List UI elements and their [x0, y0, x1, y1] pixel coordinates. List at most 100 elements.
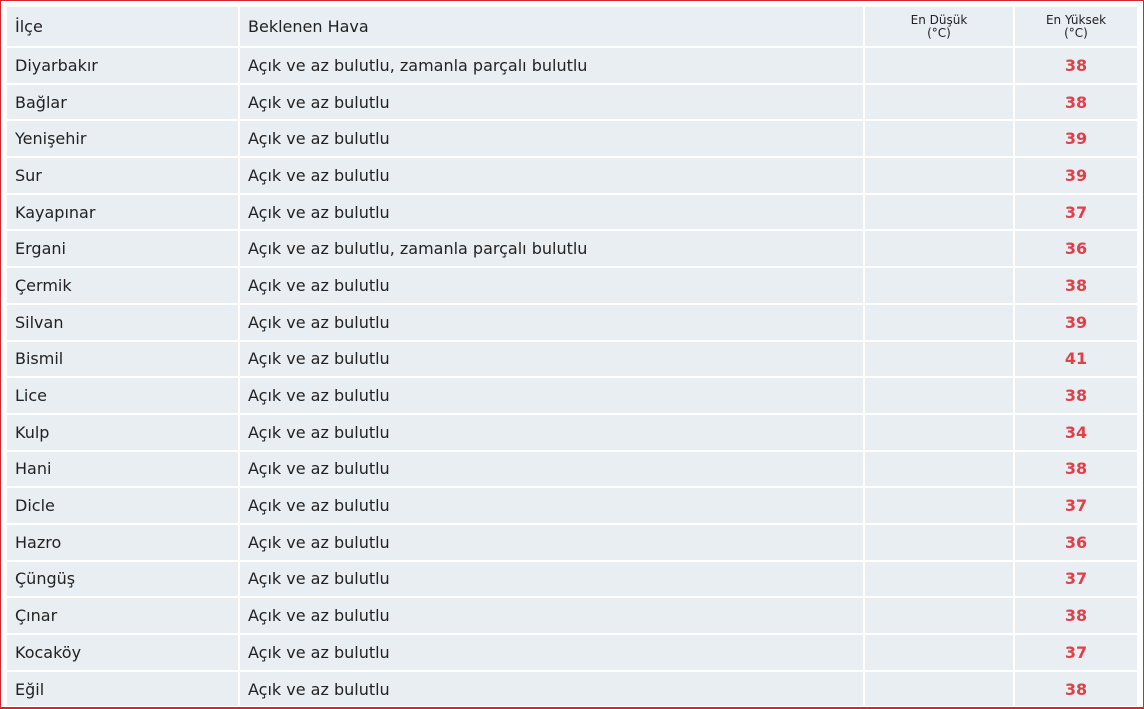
table-row: Sur Açık ve az bulutlu 39: [7, 158, 1137, 193]
weather-cell: Açık ve az bulutlu: [240, 671, 863, 707]
district-cell: Hani: [7, 451, 238, 487]
min-temp-cell: [865, 378, 1013, 413]
table-row: Hani Açık ve az bulutlu 38: [7, 451, 1137, 487]
district-cell: Çermik: [7, 268, 238, 303]
district-cell: Kayapınar: [7, 194, 238, 230]
min-temp-cell: [865, 635, 1013, 670]
max-temp-cell: 37: [1015, 194, 1137, 230]
max-temp-cell: 38: [1015, 378, 1137, 413]
min-temp-cell: [865, 598, 1013, 633]
district-cell: Sur: [7, 158, 238, 193]
table-row: Kocaköy Açık ve az bulutlu 37: [7, 635, 1137, 670]
table-header: İlçe Beklenen Hava En Düşük (°C) En Yüks…: [7, 7, 1137, 46]
weather-cell: Açık ve az bulutlu: [240, 304, 863, 340]
table-row: Silvan Açık ve az bulutlu 39: [7, 304, 1137, 340]
table-row: Çermik Açık ve az bulutlu 38: [7, 268, 1137, 303]
district-cell: Çüngüş: [7, 561, 238, 597]
district-cell: Hazro: [7, 524, 238, 560]
min-temp-cell: [865, 48, 1013, 83]
max-temp-cell: 36: [1015, 231, 1137, 267]
table-row: Çüngüş Açık ve az bulutlu 37: [7, 561, 1137, 597]
header-min-temp-unit: (°C): [927, 25, 951, 40]
weather-table-frame: İlçe Beklenen Hava En Düşük (°C) En Yüks…: [0, 0, 1144, 709]
max-temp-cell: 34: [1015, 414, 1137, 450]
max-temp-cell: 38: [1015, 598, 1137, 633]
table-row: Dicle Açık ve az bulutlu 37: [7, 488, 1137, 523]
max-temp-cell: 38: [1015, 451, 1137, 487]
weather-cell: Açık ve az bulutlu: [240, 524, 863, 560]
weather-cell: Açık ve az bulutlu: [240, 341, 863, 377]
header-min-temp-label: En Düşük: [910, 12, 968, 27]
weather-cell: Açık ve az bulutlu: [240, 158, 863, 193]
table-row: Kayapınar Açık ve az bulutlu 37: [7, 194, 1137, 230]
header-max-temp-unit: (°C): [1064, 25, 1088, 40]
weather-cell: Açık ve az bulutlu: [240, 84, 863, 120]
min-temp-cell: [865, 158, 1013, 193]
min-temp-cell: [865, 488, 1013, 523]
table-row: Çınar Açık ve az bulutlu 38: [7, 598, 1137, 633]
weather-cell: Açık ve az bulutlu: [240, 194, 863, 230]
district-cell: Bağlar: [7, 84, 238, 120]
weather-cell: Açık ve az bulutlu: [240, 378, 863, 413]
min-temp-cell: [865, 121, 1013, 157]
weather-cell: Açık ve az bulutlu: [240, 121, 863, 157]
min-temp-cell: [865, 561, 1013, 597]
table-row: Bağlar Açık ve az bulutlu 38: [7, 84, 1137, 120]
district-cell: Kocaköy: [7, 635, 238, 670]
district-cell: Diyarbakır: [7, 48, 238, 83]
header-max-temp-label: En Yüksek: [1045, 12, 1107, 27]
min-temp-cell: [865, 304, 1013, 340]
max-temp-cell: 38: [1015, 268, 1137, 303]
min-temp-cell: [865, 451, 1013, 487]
max-temp-cell: 38: [1015, 84, 1137, 120]
header-weather: Beklenen Hava: [240, 7, 863, 46]
weather-cell: Açık ve az bulutlu: [240, 598, 863, 633]
weather-cell: Açık ve az bulutlu: [240, 488, 863, 523]
weather-cell: Açık ve az bulutlu, zamanla parçalı bulu…: [240, 48, 863, 83]
max-temp-cell: 37: [1015, 488, 1137, 523]
weather-cell: Açık ve az bulutlu: [240, 414, 863, 450]
district-cell: Yenişehir: [7, 121, 238, 157]
header-row: İlçe Beklenen Hava En Düşük (°C) En Yüks…: [7, 7, 1137, 46]
header-max-temp: En Yüksek (°C): [1015, 7, 1137, 46]
district-cell: Kulp: [7, 414, 238, 450]
weather-cell: Açık ve az bulutlu: [240, 268, 863, 303]
district-cell: Ergani: [7, 231, 238, 267]
table-row: Ergani Açık ve az bulutlu, zamanla parçal…: [7, 231, 1137, 267]
max-temp-cell: 38: [1015, 48, 1137, 83]
max-temp-cell: 38: [1015, 671, 1137, 707]
max-temp-cell: 41: [1015, 341, 1137, 377]
district-cell: Çınar: [7, 598, 238, 633]
min-temp-cell: [865, 268, 1013, 303]
weather-cell: Açık ve az bulutlu: [240, 561, 863, 597]
header-district: İlçe: [7, 7, 238, 46]
table-row: Hazro Açık ve az bulutlu 36: [7, 524, 1137, 560]
header-min-temp: En Düşük (°C): [865, 7, 1013, 46]
weather-table: İlçe Beklenen Hava En Düşük (°C) En Yüks…: [5, 5, 1139, 708]
min-temp-cell: [865, 671, 1013, 707]
district-cell: Lice: [7, 378, 238, 413]
min-temp-cell: [865, 231, 1013, 267]
max-temp-cell: 36: [1015, 524, 1137, 560]
table-row: Diyarbakır Açık ve az bulutlu, zamanla pa…: [7, 48, 1137, 83]
min-temp-cell: [865, 84, 1013, 120]
district-cell: Eğil: [7, 671, 238, 707]
max-temp-cell: 39: [1015, 304, 1137, 340]
min-temp-cell: [865, 524, 1013, 560]
district-cell: Silvan: [7, 304, 238, 340]
max-temp-cell: 37: [1015, 635, 1137, 670]
max-temp-cell: 39: [1015, 158, 1137, 193]
table-row: Lice Açık ve az bulutlu 38: [7, 378, 1137, 413]
table-row: Eğil Açık ve az bulutlu 38: [7, 671, 1137, 707]
district-cell: Dicle: [7, 488, 238, 523]
district-cell: Bismil: [7, 341, 238, 377]
table-row: Kulp Açık ve az bulutlu 34: [7, 414, 1137, 450]
table-row: Yenişehir Açık ve az bulutlu 39: [7, 121, 1137, 157]
weather-cell: Açık ve az bulutlu: [240, 451, 863, 487]
min-temp-cell: [865, 341, 1013, 377]
weather-cell: Açık ve az bulutlu, zamanla parçalı bulu…: [240, 231, 863, 267]
weather-cell: Açık ve az bulutlu: [240, 635, 863, 670]
max-temp-cell: 37: [1015, 561, 1137, 597]
table-row: Bismil Açık ve az bulutlu 41: [7, 341, 1137, 377]
table-body: Diyarbakır Açık ve az bulutlu, zamanla pa…: [7, 48, 1137, 707]
